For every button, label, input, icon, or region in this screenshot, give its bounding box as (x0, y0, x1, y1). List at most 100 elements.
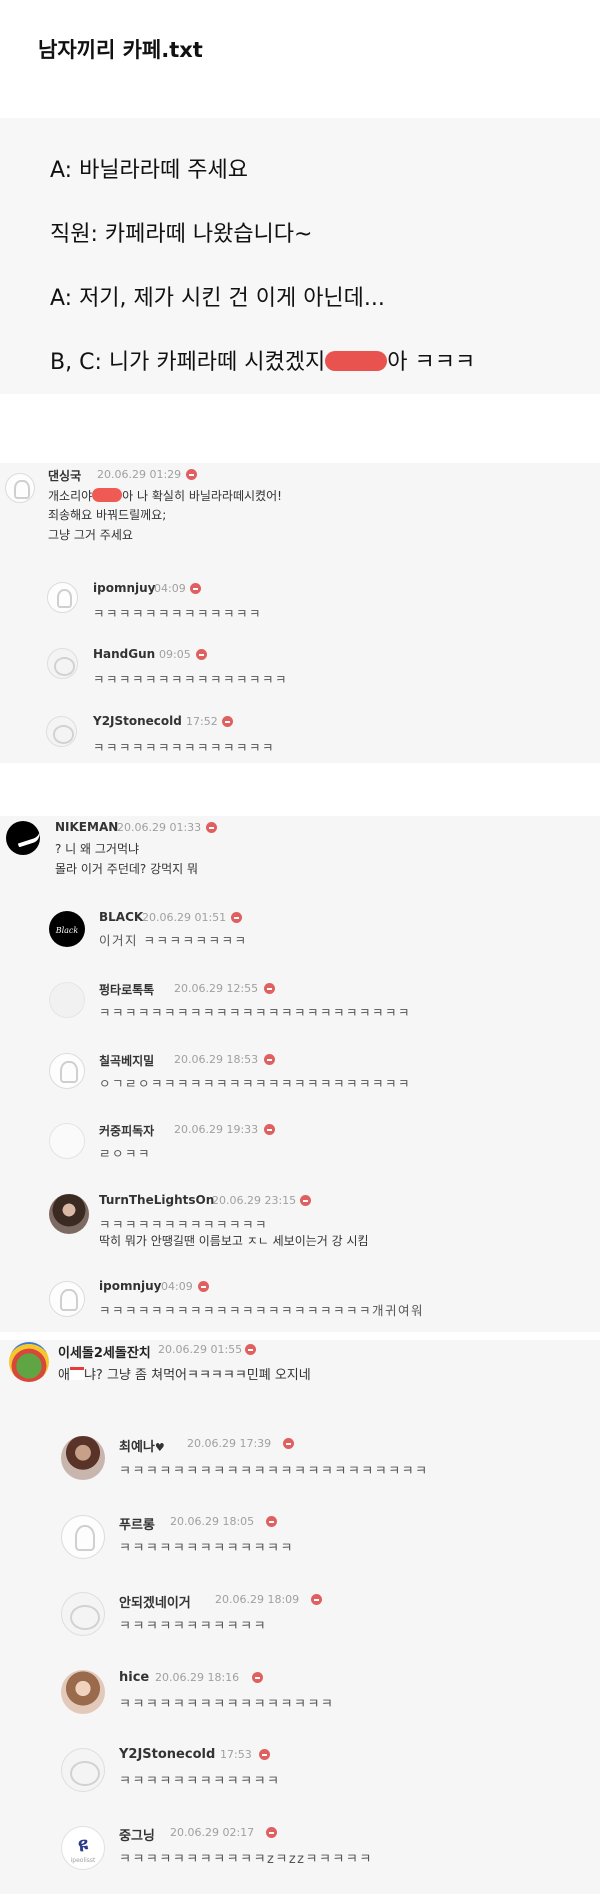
nike-logo-avatar[interactable] (6, 821, 40, 855)
reply-date: 20.06.29 18:53 (174, 1053, 259, 1066)
reply-text: ㅋㅋㅋㅋㅋㅋㅋㅋㅋㅋㅋㅋㅋㅋㅋ (93, 672, 289, 687)
avatar[interactable] (49, 1194, 89, 1234)
report-icon[interactable] (196, 649, 207, 660)
avatar[interactable] (46, 716, 77, 747)
reply-author[interactable]: 최예나♥ (119, 1436, 165, 1455)
comment-body-line: 그냥 그거 주세요 (48, 528, 133, 542)
reply-author[interactable]: TurnTheLightsOn (99, 1193, 214, 1207)
report-icon[interactable] (264, 983, 275, 994)
report-icon[interactable] (222, 716, 233, 727)
avatar-logo-text: ipeolisst (70, 1857, 96, 1864)
report-icon[interactable] (311, 1594, 322, 1605)
comment-thread-1: 댄싱국 20.06.29 01:29 개소리야 아 나 확실히 바닐라라떼시켰어!… (0, 463, 600, 763)
report-icon[interactable] (206, 822, 217, 833)
reply-author[interactable]: ipomnjuy (99, 1279, 161, 1293)
reply-date: 20.06.29 18:05 (170, 1515, 255, 1528)
report-icon[interactable] (266, 1516, 277, 1527)
comment-thread-2: NIKEMAN 20.06.29 01:33 ? 니 왜 그거먹냐 몰라 이거 … (0, 816, 600, 1332)
reply-author[interactable]: 펑타로톡톡 (99, 981, 154, 998)
report-icon[interactable] (231, 912, 242, 923)
comment-thread-3: 이세돌2세돌잔치 20.06.29 01:55 애 냐? 그냥 좀 쳐먹어ㅋㅋㅋㅋ… (0, 1340, 600, 1894)
reply-date: 20.06.29 19:33 (174, 1123, 259, 1136)
reply-author[interactable]: 커중피독자 (99, 1122, 154, 1139)
report-icon[interactable] (198, 1281, 209, 1292)
comment-body-part: 아 나 확실히 바닐라라떼시켰어! (122, 489, 282, 503)
comment-author[interactable]: 댄싱국 (48, 467, 81, 484)
report-icon[interactable] (190, 583, 201, 594)
reply-author[interactable]: HandGun (93, 647, 155, 661)
reply-text: ㅇㄱㄹㅇㅋㅋㅋㅋㅋㅋㅋㅋㅋㅋㅋㅋㅋㅋㅋㅋㅋㅋㅋㅋ (99, 1076, 412, 1091)
censor-mark (92, 488, 123, 502)
reply-date: 20.06.29 18:09 (215, 1593, 300, 1606)
reply-author[interactable]: 칠곡베지밀 (99, 1052, 154, 1069)
avatar[interactable] (49, 1123, 85, 1159)
reply-date: 20.06.29 18:16 (155, 1671, 240, 1684)
comment-body-line: 애 냐? 그냥 좀 쳐먹어ㅋㅋㅋㅋㅋ민폐 오지네 (58, 1364, 311, 1383)
dialog-line-3: A: 저기, 제가 시킨 건 이게 아닌데... (50, 286, 385, 311)
reply-text: ㅋㅋㅋㅋㅋㅋㅋㅋㅋㅋㅋㅋㅋㅋ (93, 740, 276, 755)
reply-text: ㅋㅋㅋㅋㅋㅋㅋㅋㅋㅋㅋㅋㅋㅋㅋㅋㅋㅋㅋㅋㅋㅋㅋㅋ (99, 1005, 412, 1020)
avatar[interactable] (47, 648, 78, 679)
reply-date: 04:09 (161, 1280, 193, 1293)
reply-author[interactable]: 안되겠네이거 (119, 1592, 191, 1611)
avatar[interactable] (61, 1592, 105, 1636)
reply-author[interactable]: BLACK (99, 910, 143, 924)
reply-text: ㅋㅋㅋㅋㅋㅋㅋㅋㅋㅋㅋ (119, 1619, 268, 1634)
report-icon[interactable] (264, 1124, 275, 1135)
avatar[interactable] (9, 1342, 49, 1382)
comment-body-line: 죄송해요 바꿔드릴께요; (48, 508, 167, 522)
report-icon[interactable] (186, 469, 197, 480)
reply-author[interactable]: ipomnjuy (93, 581, 155, 595)
comment-date: 20.06.29 01:33 (117, 821, 202, 834)
avatar-logo-mark: ዩ (78, 1832, 88, 1856)
reply-author[interactable]: Y2JStonecold (119, 1747, 215, 1762)
reply-author[interactable]: hice (119, 1670, 149, 1685)
avatar-logo-text: Black (55, 926, 79, 935)
reply-text: 이거지 ㅋㅋㅋㅋㅋㅋㅋㅋ (99, 933, 248, 948)
comment-body-line: 몰라 이거 주던데? 강먹지 뭐 (55, 862, 199, 876)
reply-text: ㅋㅋㅋㅋㅋㅋㅋㅋㅋㅋㅋㅋㅋㅋㅋㅋ (119, 1697, 335, 1712)
report-icon[interactable] (252, 1672, 263, 1683)
reply-text: ㅋㅋㅋㅋㅋㅋㅋㅋㅋㅋㅋzㅋzzㅋㅋㅋㅋㅋ (119, 1852, 373, 1867)
swoosh-icon (16, 831, 40, 848)
report-icon[interactable] (266, 1827, 277, 1838)
report-icon[interactable] (283, 1438, 294, 1449)
dialog-box: A: 바닐라라떼 주세요 직원: 카페라떼 나왔습니다~ A: 저기, 제가 시… (0, 118, 600, 394)
avatar[interactable]: Black (49, 911, 85, 947)
reply-date: 20.06.29 01:51 (142, 911, 227, 924)
reply-author[interactable]: Y2JStonecold (93, 714, 182, 728)
reply-text-2: 딱히 뭐가 안땡길땐 이름보고 ㅈㄴ 세보이는거 강 시킴 (99, 1234, 369, 1248)
comment-author[interactable]: 이세돌2세돌잔치 (58, 1342, 151, 1361)
dialog-line-4-before: B, C: 니가 카페라떼 시켰겠지 (50, 350, 326, 375)
avatar[interactable] (47, 582, 78, 613)
report-icon[interactable] (245, 1344, 256, 1355)
avatar[interactable] (49, 1281, 85, 1317)
comment-author[interactable]: NIKEMAN (55, 820, 118, 834)
report-icon[interactable] (259, 1749, 270, 1760)
avatar[interactable] (61, 1436, 105, 1480)
reply-date: 17:52 (186, 715, 218, 728)
reply-text: ㅋㅋㅋㅋㅋㅋㅋㅋㅋㅋㅋㅋㅋㅋㅋㅋㅋㅋㅋㅋㅋㅋㅋ (119, 1464, 429, 1479)
avatar[interactable] (49, 982, 85, 1018)
censor-mark (69, 1367, 84, 1380)
dialog-line-4-after: 아 ㅋㅋㅋ (387, 350, 476, 375)
heart-icon: ♥ (154, 1441, 165, 1454)
avatar[interactable] (61, 1670, 105, 1714)
reply-date: 20.06.29 23:15 (212, 1194, 297, 1207)
reply-author[interactable]: 푸르롱 (119, 1514, 155, 1533)
comment-body-part: 애 (58, 1368, 70, 1383)
report-icon[interactable] (300, 1195, 311, 1206)
avatar[interactable] (49, 1053, 85, 1089)
avatar[interactable] (61, 1515, 105, 1559)
avatar[interactable] (61, 1748, 105, 1792)
comment-body-part: 냐? 그냥 좀 쳐먹어ㅋㅋㅋㅋㅋ민폐 오지네 (83, 1368, 311, 1383)
reply-date: 09:05 (159, 648, 191, 661)
report-icon[interactable] (264, 1054, 275, 1065)
reply-author-name: 최예나 (119, 1440, 155, 1455)
comment-date: 20.06.29 01:55 (158, 1343, 243, 1356)
avatar[interactable] (5, 473, 35, 503)
avatar[interactable]: ዩ ipeolisst (61, 1826, 105, 1870)
reply-author[interactable]: 중그닝 (119, 1825, 155, 1844)
reply-date: 20.06.29 02:17 (170, 1826, 255, 1839)
dialog-line-2: 직원: 카페라떼 나왔습니다~ (50, 222, 313, 247)
